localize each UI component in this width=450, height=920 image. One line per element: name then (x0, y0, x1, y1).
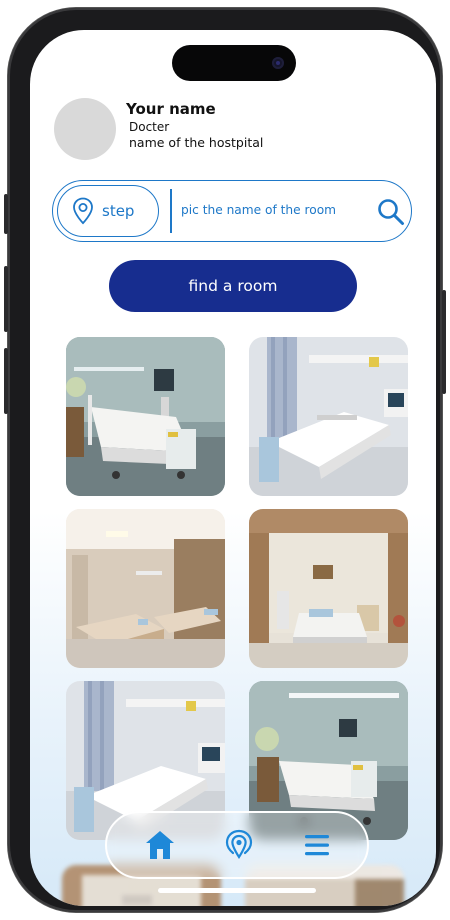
search-icon (378, 199, 404, 225)
action-button (4, 194, 8, 234)
user-name: Your name (126, 100, 216, 118)
user-role: Docter (129, 120, 170, 134)
room-search-bar: step (52, 180, 412, 242)
room-photo (66, 337, 225, 496)
power-button (442, 290, 446, 394)
home-icon (146, 831, 174, 859)
step-location-button[interactable]: step (57, 185, 159, 237)
volume-up-button (4, 266, 8, 332)
room-card-3[interactable] (66, 509, 225, 668)
room-card-4[interactable] (249, 509, 408, 668)
room-name-input[interactable] (181, 195, 367, 225)
search-button[interactable] (376, 197, 406, 227)
dynamic-island (172, 45, 296, 81)
step-label: step (102, 202, 135, 220)
menu-icon (305, 835, 329, 856)
avatar[interactable] (54, 98, 116, 160)
nav-location[interactable] (221, 827, 257, 863)
room-card-1[interactable] (66, 337, 225, 496)
room-card-2[interactable] (249, 337, 408, 496)
app-screen: Your name Docter name of the hostpital s… (30, 30, 436, 906)
room-photo (66, 509, 225, 668)
nav-menu[interactable] (299, 827, 335, 863)
volume-down-button (4, 348, 8, 414)
camera-icon (272, 57, 284, 69)
phone-frame: Your name Docter name of the hostpital s… (4, 8, 446, 912)
room-photo (249, 337, 408, 496)
find-room-button[interactable]: find a room (109, 260, 357, 312)
room-photo (249, 509, 408, 668)
nav-home[interactable] (142, 827, 178, 863)
hospital-name: name of the hostpital (129, 135, 264, 150)
bottom-nav (105, 811, 369, 879)
home-indicator (158, 888, 316, 893)
map-pin-icon (73, 197, 93, 225)
location-icon (225, 829, 253, 859)
search-divider (170, 189, 172, 233)
